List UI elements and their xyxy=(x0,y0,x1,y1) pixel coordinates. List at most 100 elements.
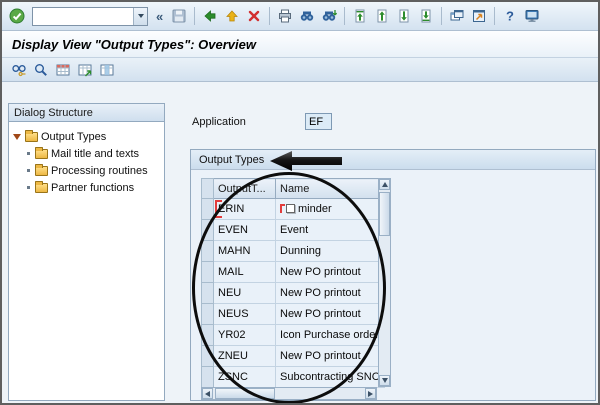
scroll-down-icon[interactable] xyxy=(379,375,390,386)
scrollbar-track[interactable] xyxy=(213,388,365,399)
table-row: ZSNCSubcontracting SNC xyxy=(202,367,385,388)
enter-button[interactable] xyxy=(7,6,27,26)
cell-name[interactable]: Subcontracting SNC xyxy=(276,367,385,388)
cell-output-type[interactable]: ZSNC xyxy=(214,367,276,388)
row-selector[interactable] xyxy=(202,346,214,367)
exit-icon[interactable] xyxy=(222,6,242,26)
print-icon[interactable] xyxy=(275,6,295,26)
cell-name[interactable]: minder xyxy=(276,199,385,220)
vertical-scrollbar[interactable] xyxy=(378,178,391,387)
cell-name[interactable]: New PO printout xyxy=(276,346,385,367)
help-icon[interactable]: ? xyxy=(500,6,520,26)
cell-output-type[interactable]: NEU xyxy=(214,283,276,304)
scrollbar-track[interactable] xyxy=(379,190,390,375)
folder-icon xyxy=(35,183,48,193)
find-icon[interactable] xyxy=(297,6,317,26)
cell-name[interactable]: New PO printout xyxy=(276,283,385,304)
table-row: ZNEUNew PO printout xyxy=(202,346,385,367)
output-types-table: OutputT...Name ERIN minder EVENEventMAHNDu… xyxy=(201,178,385,388)
row-selector[interactable] xyxy=(202,262,214,283)
table-row: NEUSNew PO printout xyxy=(202,304,385,325)
find-next-icon[interactable] xyxy=(319,6,339,26)
bullet-icon xyxy=(27,152,30,155)
chevron-down-icon[interactable] xyxy=(133,8,147,25)
command-input[interactable] xyxy=(33,8,133,25)
grid-red-icon[interactable] xyxy=(53,60,73,80)
application-toolbar xyxy=(2,58,598,82)
command-field[interactable] xyxy=(32,7,148,26)
row-selector[interactable] xyxy=(202,367,214,388)
first-page-icon[interactable] xyxy=(350,6,370,26)
title-bar: Display View "Output Types": Overview xyxy=(2,31,598,58)
glasses-icon[interactable] xyxy=(9,60,29,80)
cell-output-type[interactable]: YR02 xyxy=(214,325,276,346)
cell-name[interactable]: Dunning xyxy=(276,241,385,262)
back-icon[interactable] xyxy=(200,6,220,26)
cell-output-type[interactable]: NEUS xyxy=(214,304,276,325)
cell-output-type[interactable]: MAHN xyxy=(214,241,276,262)
page-down-icon[interactable] xyxy=(394,6,414,26)
scroll-up-icon[interactable] xyxy=(379,179,390,190)
svg-text:?: ? xyxy=(506,9,514,24)
table-row: YR02Icon Purchase order xyxy=(202,325,385,346)
collapse-toolbar-icon[interactable]: « xyxy=(153,9,166,24)
customize-icon[interactable] xyxy=(522,6,542,26)
expand-triangle-icon[interactable] xyxy=(13,134,21,140)
cell-output-type[interactable]: EVEN xyxy=(214,220,276,241)
tree-item-label: Processing routines xyxy=(51,165,148,177)
application-toolbar-icons xyxy=(9,60,117,80)
row-selector[interactable] xyxy=(202,304,214,325)
last-page-icon[interactable] xyxy=(416,6,436,26)
new-session-icon[interactable] xyxy=(447,6,467,26)
row-selector[interactable] xyxy=(202,283,214,304)
row-selector[interactable] xyxy=(202,220,214,241)
row-selector[interactable] xyxy=(202,325,214,346)
cell-output-type[interactable]: ERIN xyxy=(214,199,276,220)
cell-output-type[interactable]: ZNEU xyxy=(214,346,276,367)
grid-col-icon[interactable] xyxy=(97,60,117,80)
tree-item-label: Output Types xyxy=(41,131,106,143)
row-selector[interactable] xyxy=(202,241,214,262)
separator xyxy=(344,7,345,25)
save-icon[interactable] xyxy=(169,6,189,26)
tree-item-output-types[interactable]: Output Types xyxy=(11,128,162,145)
shortcut-icon[interactable] xyxy=(469,6,489,26)
magnifier-icon[interactable] xyxy=(31,60,51,80)
cancel-icon[interactable] xyxy=(244,6,264,26)
tree-item-partner-functions[interactable]: Partner functions xyxy=(11,179,162,196)
sap-window: « ? Display View "Output Types": Overvie… xyxy=(0,0,600,405)
grid-arrow-icon[interactable] xyxy=(75,60,95,80)
tree-item-label: Mail title and texts xyxy=(51,148,139,160)
cell-name[interactable]: Event xyxy=(276,220,385,241)
scrollbar-thumb[interactable] xyxy=(215,388,275,399)
cell-name[interactable]: New PO printout xyxy=(276,304,385,325)
column-header-output-type[interactable]: OutputT... xyxy=(214,179,276,199)
application-label: Application xyxy=(192,116,246,128)
cell-name[interactable]: New PO printout xyxy=(276,262,385,283)
cell-name[interactable]: Icon Purchase order xyxy=(276,325,385,346)
table-row: MAHNDunning xyxy=(202,241,385,262)
horizontal-scrollbar[interactable] xyxy=(201,387,377,400)
scrollbar-thumb[interactable] xyxy=(379,192,390,236)
folder-icon xyxy=(25,132,38,142)
dialog-structure-header: Dialog Structure xyxy=(8,103,165,122)
separator xyxy=(494,7,495,25)
folder-icon xyxy=(35,166,48,176)
checkbox-icon xyxy=(286,204,295,213)
selector-column-header xyxy=(202,179,214,199)
dialog-structure-tree: Output Types Mail title and texts Processi… xyxy=(8,122,165,401)
bullet-icon xyxy=(27,169,30,172)
separator xyxy=(441,7,442,25)
tree-item-mail-title-and-texts[interactable]: Mail title and texts xyxy=(11,145,162,162)
tree-item-processing-routines[interactable]: Processing routines xyxy=(11,162,162,179)
folder-icon xyxy=(35,149,48,159)
scroll-left-icon[interactable] xyxy=(202,388,213,399)
row-selector[interactable] xyxy=(202,199,214,220)
output-types-caption: Output Types xyxy=(191,150,595,170)
cell-output-type[interactable]: MAIL xyxy=(214,262,276,283)
application-field[interactable]: EF xyxy=(305,113,332,130)
column-header-name[interactable]: Name xyxy=(276,179,385,199)
cell-name-text: minder xyxy=(298,203,332,215)
scroll-right-icon[interactable] xyxy=(365,388,376,399)
page-up-icon[interactable] xyxy=(372,6,392,26)
